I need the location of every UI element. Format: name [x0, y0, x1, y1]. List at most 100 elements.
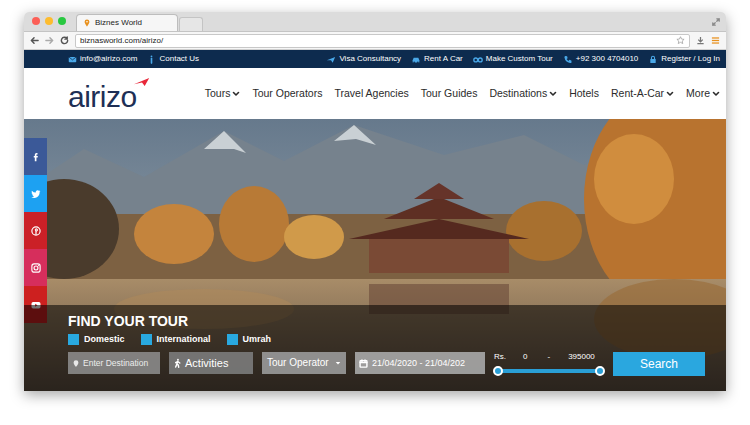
- nav-item[interactable]: Tour Operators: [252, 88, 322, 99]
- top-bar-link-label: Rent A Car: [424, 55, 463, 63]
- info-icon: [147, 55, 156, 64]
- tour-type-checkbox[interactable]: [141, 334, 152, 345]
- zoom-button[interactable]: [58, 17, 66, 25]
- hero: FIND YOUR TOUR Domestic International Umrah…: [24, 119, 726, 391]
- download-icon: [696, 36, 705, 45]
- date-range-value: 21/04/2020 - 21/04/202: [372, 359, 465, 368]
- tab-title: Biznes World: [95, 19, 142, 27]
- tour-operator-value: Tour Operator: [267, 358, 332, 368]
- chevron-down-icon: [232, 90, 240, 98]
- instagram-icon: [30, 262, 42, 274]
- slider-fill: [498, 369, 600, 373]
- top-bar: info@airizo.com Contact Us Visa Consultanc…: [24, 50, 726, 68]
- search-fields: Activities Tour Operator 21/04/2020 - 21/0…: [68, 352, 710, 376]
- nav-item-label: Hotels: [569, 88, 599, 99]
- window-controls: [32, 12, 66, 31]
- social-button[interactable]: [24, 138, 47, 175]
- nav-item[interactable]: Travel Agencies: [334, 88, 408, 99]
- top-bar-link[interactable]: info@airizo.com: [68, 55, 137, 64]
- chevron-down-icon: [666, 90, 674, 98]
- top-bar-link-label: Visa Consultancy: [339, 55, 401, 63]
- browser-tab[interactable]: Biznes World: [76, 14, 178, 31]
- nav-item-label: Tours: [205, 88, 231, 99]
- email-icon: [68, 55, 77, 64]
- caret-down-icon: [335, 360, 341, 366]
- close-button[interactable]: [32, 17, 40, 25]
- panel-title: FIND YOUR TOUR: [68, 313, 710, 329]
- price-max: 395000: [568, 353, 595, 361]
- nav-item[interactable]: Hotels: [569, 88, 599, 99]
- nav-item[interactable]: Tour Guides: [421, 88, 478, 99]
- nav-item-label: More: [686, 88, 710, 99]
- date-range-field[interactable]: 21/04/2020 - 21/04/202: [355, 352, 485, 374]
- destination-input[interactable]: [83, 357, 156, 370]
- logo-plane-icon: [133, 76, 151, 87]
- top-bar-link-label: Register / Log In: [661, 55, 720, 63]
- new-tab-button[interactable]: [179, 17, 203, 31]
- walking-icon: [173, 358, 182, 368]
- logo-text: airizo: [68, 82, 137, 112]
- nav-item-label: Tour Operators: [252, 88, 322, 99]
- facebook-icon: [30, 151, 42, 163]
- tour-type-checkbox[interactable]: [227, 334, 238, 345]
- price-slider[interactable]: [498, 366, 600, 376]
- twitter-icon: [30, 188, 42, 200]
- top-bar-link[interactable]: Register / Log In: [648, 55, 720, 64]
- nav-menu: Tours Tour Operators Travel Agencies Tour G…: [205, 88, 720, 99]
- tour-type-option[interactable]: International: [141, 334, 211, 345]
- nav-item-label: Rent-A-Car: [611, 88, 664, 99]
- price-currency: Rs.: [494, 353, 506, 361]
- search-button[interactable]: Search: [613, 352, 705, 376]
- nav-item-label: Destinations: [489, 88, 547, 99]
- tour-type-label: Domestic: [84, 335, 125, 344]
- nav-item[interactable]: Destinations: [489, 88, 557, 99]
- top-bar-link[interactable]: Visa Consultancy: [326, 55, 401, 64]
- tab-bar: Biznes World: [24, 12, 726, 32]
- back-icon: [30, 36, 39, 45]
- url-field[interactable]: biznasworld.com/airizo/: [75, 34, 690, 48]
- nav-item[interactable]: Tours: [205, 88, 241, 99]
- social-button[interactable]: [24, 249, 47, 286]
- tour-type-options: Domestic International Umrah: [68, 334, 710, 345]
- tour-type-option[interactable]: Domestic: [68, 334, 125, 345]
- browser-window: Biznes World biznasworld.com/airizo/info@…: [24, 12, 726, 391]
- forward-icon: [45, 36, 54, 45]
- menu-icon: [711, 36, 720, 45]
- top-bar-link[interactable]: Contact Us: [147, 55, 199, 64]
- social-button[interactable]: [24, 212, 47, 249]
- price-range-labels: Rs. 0 - 395000: [494, 353, 604, 361]
- fullscreen-icon: [712, 18, 720, 26]
- price-min: 0: [523, 353, 527, 361]
- top-bar-link[interactable]: Rent A Car: [411, 55, 463, 64]
- top-bar-link[interactable]: Make Custom Tour: [473, 55, 553, 64]
- top-bar-link[interactable]: +92 300 4704010: [563, 55, 639, 64]
- binoculars-icon: [473, 55, 483, 64]
- lock-icon: [648, 55, 658, 64]
- social-button[interactable]: [24, 175, 47, 212]
- main-nav: airizo Tours Tour Operators Travel Agencies…: [24, 68, 726, 119]
- destination-field[interactable]: [68, 352, 160, 374]
- tour-type-checkbox[interactable]: [68, 334, 79, 345]
- slider-max-handle[interactable]: [595, 366, 605, 376]
- slider-track: [498, 369, 600, 373]
- phone-icon: [563, 55, 573, 64]
- nav-item[interactable]: More: [686, 88, 720, 99]
- slider-min-handle[interactable]: [493, 366, 503, 376]
- price-separator: -: [547, 353, 550, 361]
- social-links: [24, 138, 47, 323]
- tour-type-option[interactable]: Umrah: [227, 334, 272, 345]
- top-bar-right: Visa Consultancy Rent A Car Make Custom To…: [326, 55, 720, 64]
- address-bar: biznasworld.com/airizo/: [24, 32, 726, 50]
- top-bar-link-label: +92 300 4704010: [576, 55, 639, 63]
- tour-operator-dropdown[interactable]: Tour Operator: [262, 352, 346, 374]
- find-tour-panel: FIND YOUR TOUR Domestic International Umrah…: [24, 305, 726, 391]
- minimize-button[interactable]: [45, 17, 53, 25]
- tour-type-label: Umrah: [243, 335, 272, 344]
- activities-dropdown[interactable]: Activities: [169, 352, 253, 374]
- plane-icon: [326, 55, 336, 64]
- nav-item-label: Tour Guides: [421, 88, 478, 99]
- nav-item[interactable]: Rent-A-Car: [611, 88, 674, 99]
- chevron-down-icon: [712, 90, 720, 98]
- tour-type-label: International: [157, 335, 211, 344]
- site-logo[interactable]: airizo: [68, 76, 151, 112]
